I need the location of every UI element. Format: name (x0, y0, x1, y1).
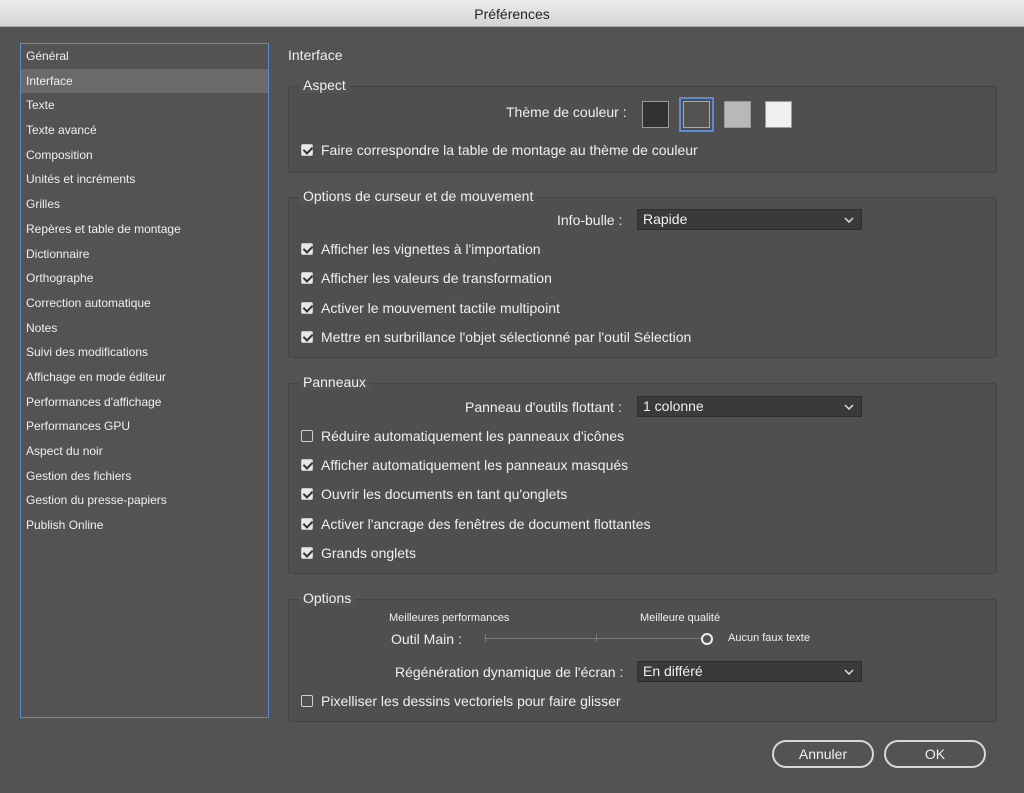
sidebar-item[interactable]: Correction automatique (21, 291, 268, 316)
sidebar-item[interactable]: Composition (21, 143, 268, 168)
theme-swatch-dark[interactable] (679, 97, 714, 132)
checkbox-row[interactable]: Afficher les valeurs de transformation (301, 270, 552, 286)
sidebar-item[interactable]: Interface (21, 68, 268, 94)
page-title: Interface (288, 47, 343, 63)
checkbox-label: Afficher automatiquement les panneaux ma… (321, 457, 629, 474)
checkbox-label: Activer l'ancrage des fenêtres de docume… (321, 515, 651, 532)
checkbox-row[interactable]: Afficher les vignettes à l'importation (301, 241, 541, 257)
floating-tools-select[interactable]: 1 colonne (637, 396, 862, 417)
checkbox[interactable] (301, 301, 313, 314)
checkbox-label: Afficher les vignettes à l'importation (321, 241, 541, 257)
cursor-group-title: Options de curseur et de mouvement (299, 188, 538, 204)
sidebar-item[interactable]: Général (21, 44, 268, 69)
checkbox-label: Réduire automatiquement les panneaux d'i… (321, 428, 625, 444)
sidebar-item[interactable]: Publish Online (21, 513, 268, 538)
theme-swatch-light[interactable] (724, 101, 751, 128)
checkbox-row[interactable]: Réduire automatiquement les panneaux d'i… (301, 428, 624, 444)
rasterize-row[interactable]: Pixelliser les dessins vectoriels pour f… (301, 693, 621, 709)
sidebar-item[interactable]: Orthographe (21, 266, 268, 291)
sidebar-item[interactable]: Suivi des modifications (21, 340, 268, 365)
checkbox[interactable] (301, 517, 313, 530)
checkbox-row[interactable]: Ouvrir les documents en tant qu'onglets (301, 486, 567, 502)
checkbox-label: Ouvrir les documents en tant qu'onglets (321, 486, 568, 503)
theme-swatch-lightest[interactable] (765, 101, 792, 128)
match-pasteboard-checkbox[interactable] (301, 144, 313, 156)
checkbox[interactable] (301, 243, 313, 255)
sidebar-item[interactable]: Texte avancé (21, 118, 268, 143)
chevron-down-icon (843, 210, 855, 229)
floating-tools-select-value: 1 colonne (643, 398, 704, 414)
sidebar-item[interactable]: Affichage en mode éditeur (21, 365, 268, 390)
sidebar-item[interactable]: Performances d'affichage (21, 390, 268, 415)
checkbox-row[interactable]: Afficher automatiquement les panneaux ma… (301, 457, 628, 473)
checkbox[interactable] (301, 488, 313, 501)
tooltip-label: Info-bulle : (557, 212, 623, 228)
tooltip-select-value: Rapide (643, 211, 688, 227)
rasterize-checkbox[interactable] (301, 695, 313, 707)
checkbox-label: Grands onglets (321, 544, 416, 561)
checkbox[interactable] (301, 546, 313, 559)
slider-knob[interactable] (701, 633, 713, 645)
checkbox[interactable] (301, 272, 313, 285)
slider-tick (485, 634, 486, 642)
live-redraw-label: Régénération dynamique de l'écran : (395, 664, 624, 680)
checkbox[interactable] (301, 430, 313, 442)
floating-tools-label: Panneau d'outils flottant : (465, 399, 622, 415)
aspect-group-title: Aspect (299, 77, 350, 93)
checkbox-label: Afficher les valeurs de transformation (321, 270, 552, 287)
sidebar-item[interactable]: Aspect du noir (21, 439, 268, 464)
theme-label: Thème de couleur : (506, 104, 627, 120)
match-pasteboard-label: Faire correspondre la table de montage a… (321, 142, 698, 158)
slider-tick (596, 634, 597, 642)
sidebar-item[interactable]: Gestion des fichiers (21, 464, 268, 489)
sidebar-item[interactable]: Repères et table de montage (21, 217, 268, 242)
match-pasteboard-row[interactable]: Faire correspondre la table de montage a… (301, 142, 698, 158)
live-redraw-select[interactable]: En différé (637, 661, 862, 682)
sidebar-item[interactable]: Grilles (21, 192, 268, 217)
chevron-down-icon (843, 397, 855, 416)
sidebar-item[interactable]: Texte (21, 93, 268, 118)
checkbox-row[interactable]: Grands onglets (301, 545, 416, 561)
best-quality-label: Meilleure qualité (640, 612, 721, 624)
checkbox-row[interactable]: Mettre en surbrillance l'objet sélection… (301, 329, 691, 345)
tooltip-select[interactable]: Rapide (637, 209, 862, 230)
window-title: Préférences (0, 0, 1024, 27)
checkbox[interactable] (301, 330, 313, 343)
sidebar-item[interactable]: Unités et incréments (21, 167, 268, 192)
sidebar-item[interactable]: Notes (21, 316, 268, 341)
sidebar-item[interactable]: Gestion du presse-papiers (21, 488, 268, 513)
checkbox-label: Activer le mouvement tactile multipoint (321, 299, 560, 316)
hand-tool-slider[interactable] (485, 630, 715, 648)
panels-group-title: Panneaux (299, 374, 371, 390)
hand-tool-value-label: Aucun faux texte (728, 632, 810, 644)
options-group-title: Options (299, 590, 356, 606)
ok-button[interactable]: OK (884, 740, 986, 768)
live-redraw-select-value: En différé (643, 663, 703, 679)
theme-swatch-darkest[interactable] (642, 101, 669, 128)
aspect-group (288, 86, 997, 173)
best-performance-label: Meilleures performances (389, 612, 510, 624)
chevron-down-icon (843, 662, 855, 681)
cancel-button[interactable]: Annuler (772, 740, 874, 768)
checkbox[interactable] (301, 459, 313, 472)
rasterize-label: Pixelliser les dessins vectoriels pour f… (321, 693, 621, 709)
sidebar-item[interactable]: Performances GPU (21, 414, 268, 439)
category-list: Général Interface Texte Texte avancé Composi… (20, 43, 269, 718)
hand-tool-label: Outil Main : (391, 631, 462, 647)
checkbox-label: Mettre en surbrillance l'objet sélection… (321, 328, 692, 345)
checkbox-row[interactable]: Activer le mouvement tactile multipoint (301, 300, 560, 316)
sidebar-item[interactable]: Dictionnaire (21, 242, 268, 267)
checkbox-row[interactable]: Activer l'ancrage des fenêtres de docume… (301, 516, 651, 532)
